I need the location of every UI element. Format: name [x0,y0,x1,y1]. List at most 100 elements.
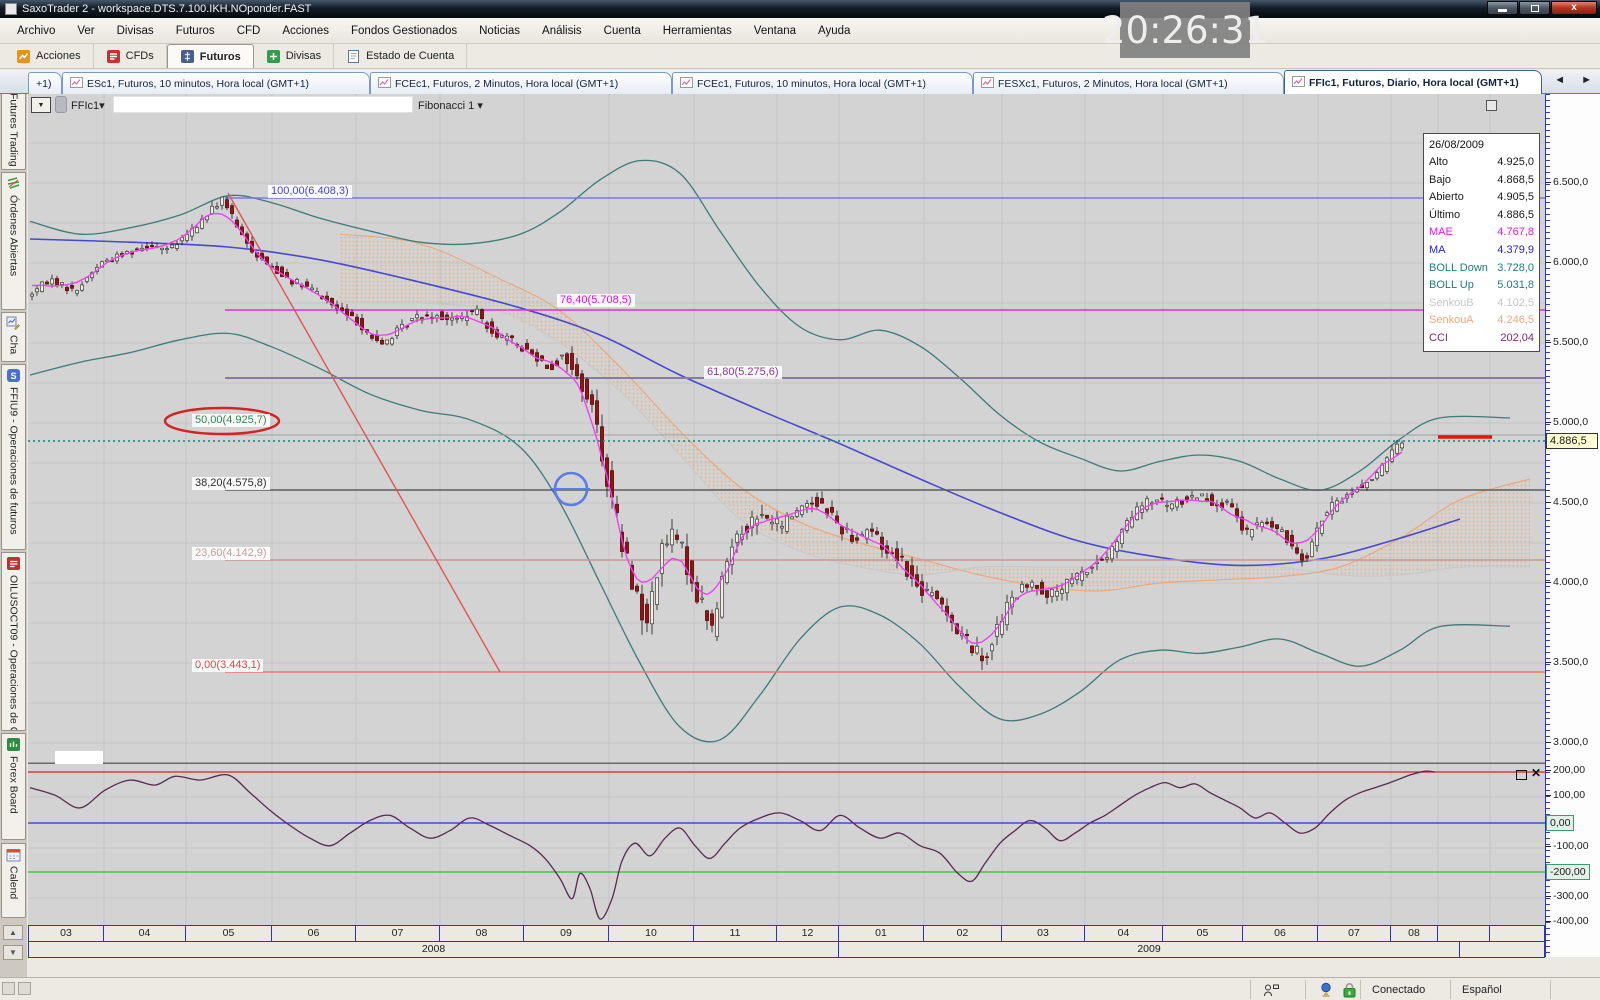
chart-tab-1[interactable]: ESc1, Futuros, 10 minutos, Hora local (G… [62,72,370,94]
clock-overlay: 20:26:31 [1120,2,1250,58]
sidebar-tab-label: Cha [8,335,20,354]
toolbar-acciones-button[interactable]: Acciones [4,44,94,68]
month-cell: 06 [1243,926,1318,941]
forex-icon [6,737,21,753]
menu-ventana[interactable]: Ventana [743,21,807,41]
network-icon[interactable] [1318,980,1334,999]
fib-label-2[interactable]: 61,80(5.275,6) [704,366,782,379]
fib-label-4[interactable]: 38,20(4.575,8) [192,477,270,490]
chart-dropdown-button[interactable]: ▼ [31,97,51,113]
chart-tab-4[interactable]: FESXc1, Futuros, 2 Minutos, Hora local (… [973,72,1284,94]
language-status: Español [1462,980,1502,999]
connection-status: Conectado [1372,980,1425,999]
info-value: 4.905,5 [1497,189,1534,207]
menu-noticias[interactable]: Noticias [468,21,531,41]
info-value: 4.379,9 [1497,242,1534,260]
sidebar-tab-label: Calend [8,866,20,899]
sidebar-tab-label: Forex Board [8,756,20,814]
month-cell [1438,926,1490,941]
menu-ayuda[interactable]: Ayuda [807,21,861,41]
info-row-cci: CCI202,04 [1429,330,1534,348]
sidebar-tab-rdenes-abiertas[interactable]: Órdenes Abiertas [1,172,26,310]
sidebar-tab-oilusoct09-operaciones-de-cfd[interactable]: OILUSOCT09 - Operaciones de CFD [1,552,26,731]
chart-tab-label: +1) [36,78,51,90]
chart-tab-3[interactable]: FCEc1, Futuros, 10 minutos, Hora local (… [672,72,973,94]
sidebar-scroll-down[interactable]: ▼ [3,945,23,960]
month-cell: 11 [694,926,777,941]
lock-icon[interactable] [1342,980,1357,999]
toolbar-label: Estado de Cuenta [366,50,454,62]
sidebar-tab-cha[interactable]: Cha [1,312,26,362]
cci-tick: 100,00 [1553,789,1585,801]
status-mini-button-1[interactable] [2,982,15,995]
menu-an-lisis[interactable]: Análisis [531,21,593,41]
month-cell: 12 [777,926,839,941]
fib-label-0[interactable]: 100,00(6.408,3) [268,185,352,198]
toolbar-futuros-button[interactable]: Futuros [167,44,254,68]
info-value: 4.102,5 [1497,295,1534,313]
month-cell: 02 [924,926,1002,941]
month-cell: 08 [440,926,524,941]
minimize-button[interactable] [1487,1,1518,15]
fib-label-6[interactable]: 0,00(3.443,1) [192,659,263,672]
annotation-tool-label[interactable]: Fibonacci 1 ▾ [418,99,483,112]
status-separator [1305,980,1306,999]
chart-tab-0[interactable]: +1) [28,72,62,94]
menu-futuros[interactable]: Futuros [165,21,226,41]
person-icon[interactable] [1262,980,1280,999]
month-cell: 09 [524,926,609,941]
menu-ver[interactable]: Ver [66,21,105,41]
sidebar-tab-forex-board[interactable]: Forex Board [1,733,26,840]
menu-herramientas[interactable]: Herramientas [652,21,743,41]
info-value: 5.031,8 [1497,277,1534,295]
chart-search-input[interactable] [113,96,413,113]
fib-label-3[interactable]: 50,00(4.925,7) [192,414,270,427]
tab-scroll-left-icon[interactable]: ◄ [1550,73,1569,87]
info-row-abierto: Abierto4.905,5 [1429,189,1534,207]
menu-archivo[interactable]: Archivo [6,21,66,41]
menu-acciones[interactable]: Acciones [271,21,340,41]
indicator-restore-icon[interactable] [1516,770,1527,780]
month-cell: 03 [28,926,104,941]
chart-tab-label: FCEc1, Futuros, 2 Minutos, Hora local (G… [395,78,618,90]
info-row-ltimo: Último4.886,5 [1429,207,1534,225]
indicator-close-icon[interactable]: ✕ [1531,766,1541,780]
status-mini-button-2[interactable] [18,982,31,995]
info-label: SenkouA [1429,312,1474,330]
tab-scroll-right-icon[interactable]: ► [1577,73,1596,87]
chart-tab-label: ESc1, Futuros, 10 minutos, Hora local (G… [87,78,309,90]
mini-chart-icon [1292,76,1305,90]
toolbar-divisas-button[interactable]: Divisas [254,44,334,68]
info-value: 4.767,8 [1497,224,1534,242]
toolbar-label: CFDs [126,50,154,62]
chart-symbol-label[interactable]: FFIc1▾ [71,99,105,112]
app-icon [5,3,17,15]
sidebar-scroll-up[interactable]: ▲ [3,925,23,940]
fib-label-5[interactable]: 23,60(4.142,9) [192,547,270,560]
sidebar-tab-label: Órdenes Abiertas [8,195,20,276]
restore-button[interactable] [1519,1,1550,15]
info-label: Bajo [1429,172,1451,190]
sidebar-tab-calend[interactable]: Calend [1,843,26,918]
menu-cuenta[interactable]: Cuenta [593,21,652,41]
chart-tab-label: FFIc1, Futuros, Diario, Hora local (GMT+… [1309,77,1519,89]
menu-divisas[interactable]: Divisas [106,21,165,41]
chart-tab-2[interactable]: FCEc1, Futuros, 2 Minutos, Hora local (G… [370,72,672,94]
blues-icon: S [6,368,21,384]
price-chart[interactable] [28,94,1545,925]
toolbar-cfds-button[interactable]: CFDs [94,44,167,68]
menu-cfd[interactable]: CFD [226,21,272,41]
toolbar-estado-de-cuenta-button[interactable]: Estado de Cuenta [334,44,467,68]
month-cell: 05 [1163,926,1243,941]
menu-fondos-gestionados[interactable]: Fondos Gestionados [340,21,468,41]
info-row-senkoub: SenkouB4.102,5 [1429,295,1534,313]
fib-label-1[interactable]: 76,40(5.708,5) [557,294,635,307]
sidebar-tab-ffiu9-operaciones-de-futuros[interactable]: SFFIU9 - Operaciones de futuros [1,364,26,550]
info-label: BOLL Up [1429,277,1474,295]
sidebar-tab-label: OILUSOCT09 - Operaciones de CFD [8,575,20,731]
info-row-bajo: Bajo4.868,5 [1429,172,1534,190]
close-button[interactable]: x [1551,1,1597,15]
chart-maximize-icon[interactable] [1486,100,1497,111]
close-icon: x [1571,3,1577,13]
chart-tab-5[interactable]: FFIc1, Futuros, Diario, Hora local (GMT+… [1284,70,1542,94]
